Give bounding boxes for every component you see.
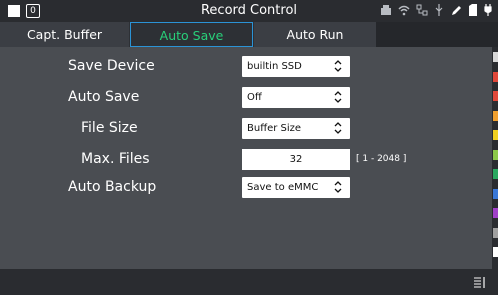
tab-bar: Capt. Buffer Auto Save Auto Run <box>0 22 498 47</box>
channel-color-chip <box>493 227 498 238</box>
channel-color-chip <box>493 208 498 218</box>
auto-save-value: Off <box>247 92 262 103</box>
channel-color-chip <box>493 188 498 199</box>
title-bar: 0 Record Control <box>0 0 498 22</box>
up-down-chevron-icon <box>334 181 342 193</box>
max-files-input[interactable]: 32 <box>242 149 350 170</box>
file-size-value: Buffer Size <box>247 123 302 134</box>
auto-save-select[interactable]: Off <box>242 87 350 108</box>
up-down-chevron-icon <box>334 122 342 134</box>
network-icon <box>416 3 428 21</box>
usb-storage-icon <box>380 3 392 21</box>
file-size-select[interactable]: Buffer Size <box>242 118 350 139</box>
auto-backup-value: Save to eMMC <box>247 182 319 193</box>
bottom-bar <box>0 269 498 295</box>
status-icons <box>380 3 492 21</box>
max-files-label: Max. Files <box>81 151 150 167</box>
channel-color-chip <box>493 71 498 82</box>
tab-auto-save[interactable]: Auto Save <box>130 22 253 47</box>
channel-color-chip <box>493 91 498 101</box>
channel-color-chip <box>493 149 498 160</box>
max-files-range: [ 1 - 2048 ] <box>356 154 407 164</box>
channel-color-chip <box>493 110 498 121</box>
up-down-chevron-icon <box>334 60 342 72</box>
tab-bar-filler <box>376 22 498 47</box>
auto-backup-select[interactable]: Save to eMMC <box>242 177 350 198</box>
up-down-chevron-icon <box>334 91 342 103</box>
pen-icon <box>450 3 462 21</box>
auto-backup-label: Auto Backup <box>68 179 157 195</box>
power-icon <box>484 3 492 21</box>
save-device-value: builtin SSD <box>247 61 302 72</box>
save-device-select[interactable]: builtin SSD <box>242 56 350 77</box>
tab-capt-buffer[interactable]: Capt. Buffer <box>0 22 129 47</box>
settings-panel: Save Device builtin SSD Auto Save Off Fi… <box>0 47 492 269</box>
usb-icon <box>434 3 444 21</box>
channel-color-chip <box>493 52 498 62</box>
wifi-icon <box>398 3 410 21</box>
channel-color-chip <box>493 247 498 257</box>
file-size-label: File Size <box>81 120 138 136</box>
save-device-label: Save Device <box>68 58 155 74</box>
channel-color-chip <box>493 130 498 140</box>
auto-save-label: Auto Save <box>68 89 140 105</box>
sd-card-icon <box>468 3 478 21</box>
tab-auto-run[interactable]: Auto Run <box>254 22 376 47</box>
menu-list-icon[interactable] <box>472 275 486 289</box>
channel-color-chip <box>493 169 498 179</box>
